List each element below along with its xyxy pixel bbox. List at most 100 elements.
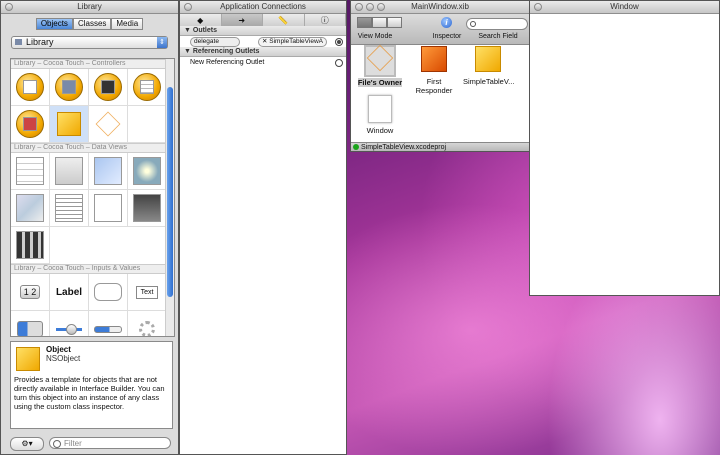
search-field[interactable]: [466, 18, 528, 30]
toolbar-view-item[interactable]: [11, 227, 50, 264]
files-owner-object[interactable]: File's Owner: [355, 44, 405, 87]
zoom-icon[interactable]: [377, 3, 385, 11]
library-tabs: Objects Classes Media: [1, 18, 178, 30]
text-field-item[interactable]: Text: [128, 274, 167, 311]
image-view-icon: [94, 157, 122, 185]
column-view-icon[interactable]: [387, 17, 402, 28]
empty-cell: [128, 106, 167, 143]
new-referencing-outlet-row[interactable]: New Referencing Outlet: [180, 57, 346, 68]
window-editor[interactable]: Window: [529, 0, 720, 296]
text-view-item[interactable]: [50, 190, 89, 227]
inspector-button-label: Inspector: [432, 33, 462, 40]
switch-item[interactable]: [11, 311, 50, 336]
progress-view-item[interactable]: [89, 311, 128, 336]
search-field-label: Search Field: [478, 33, 518, 40]
outlet-target-pill[interactable]: ✕ SimpleTableViewA: [258, 37, 327, 47]
info-icon[interactable]: i: [441, 17, 452, 28]
chevron-updown-icon: ⇕: [157, 37, 167, 48]
external-object-item[interactable]: [89, 106, 128, 143]
object-cube-icon: [16, 347, 40, 371]
segmented-control-item[interactable]: 1 2: [11, 274, 50, 311]
size-tab-icon[interactable]: 📏: [263, 14, 305, 26]
tab-classes[interactable]: Classes: [72, 18, 112, 30]
close-icon[interactable]: [355, 3, 363, 11]
files-owner-icon-wrap: [364, 44, 396, 77]
library-panel: Library Objects Classes Media Library ⇕ …: [0, 0, 179, 455]
section-header-controllers: Library – Cocoa Touch – Controllers: [11, 59, 174, 69]
files-owner-label: File's Owner: [357, 78, 403, 87]
scroll-view-item[interactable]: [128, 190, 167, 227]
library-titlebar: Library: [1, 1, 178, 14]
identity-tab-icon[interactable]: ⓘ: [305, 14, 346, 26]
inspector-titlebar: Application Connections: [180, 1, 346, 14]
project-name: SimpleTableView.xcodeproj: [361, 144, 447, 151]
library-object-grid[interactable]: Library – Cocoa Touch – Controllers Libr…: [10, 58, 175, 337]
view-icon: [94, 194, 122, 222]
delegate-outlet-row[interactable]: delegate ✕ SimpleTableViewA: [180, 36, 346, 47]
simple-table-view-app-delegate-object[interactable]: SimpleTableV...: [463, 44, 515, 86]
window-controls: [534, 3, 542, 11]
external-object-icon: [95, 111, 121, 137]
rounded-button-item[interactable]: [89, 274, 128, 311]
spinner-icon: [139, 321, 155, 336]
text-view-icon: [55, 194, 83, 222]
map-view-item[interactable]: [11, 190, 50, 227]
slider-item[interactable]: [50, 311, 89, 336]
table-view-item[interactable]: [11, 153, 50, 190]
tab-media[interactable]: Media: [111, 18, 144, 30]
xib-document-window: MainWindow.xib View Mode i Inspector Sea…: [350, 0, 530, 152]
image-picker-item[interactable]: [11, 106, 50, 143]
view-mode-control[interactable]: [357, 17, 402, 28]
table-view-controller-icon: [133, 73, 161, 101]
view-item[interactable]: [89, 190, 128, 227]
first-responder-icon: [421, 46, 447, 72]
window-icon-wrap: [366, 95, 394, 123]
connections-tab-icon[interactable]: ➜: [221, 14, 263, 26]
outlet-connected-icon[interactable]: [335, 38, 343, 46]
text-field-widget-text: Text: [135, 285, 159, 299]
table-cell-item[interactable]: [50, 153, 89, 190]
close-icon[interactable]: [184, 3, 192, 11]
table-view-controller-item[interactable]: [128, 69, 167, 106]
connections-inspector: Application Connections ◆ ➜ 📏 ⓘ ▼ Outlet…: [179, 0, 347, 455]
library-title: Library: [77, 2, 102, 11]
search-icon: [53, 440, 61, 448]
section-header-inputs: Library – Cocoa Touch – Inputs & Values: [11, 264, 174, 274]
new-referencing-outlet-label: New Referencing Outlet: [190, 59, 265, 66]
window-titlebar: Window: [530, 1, 719, 14]
library-source-popup[interactable]: Library ⇕: [11, 36, 168, 49]
window-controls: [355, 3, 385, 11]
close-icon[interactable]: [5, 3, 13, 11]
icon-view-icon[interactable]: [357, 17, 372, 28]
library-scrollbar[interactable]: [165, 59, 174, 336]
object-cube-icon: [475, 46, 501, 72]
object-item[interactable]: [50, 106, 89, 143]
window-object[interactable]: Window: [355, 94, 405, 135]
gear-menu-button[interactable]: ⚙▾: [10, 437, 44, 451]
filter-input[interactable]: Filter: [49, 437, 171, 449]
project-status-icon: [353, 144, 359, 150]
list-view-icon[interactable]: [372, 17, 387, 28]
outlet-empty-icon[interactable]: [335, 59, 343, 67]
close-icon[interactable]: [534, 3, 542, 11]
tab-objects[interactable]: Objects: [35, 18, 73, 30]
view-controller-item[interactable]: [11, 69, 50, 106]
referencing-outlets-header-label: Referencing Outlets: [192, 48, 260, 55]
files-owner-icon: [366, 44, 394, 72]
web-view-icon: [133, 157, 161, 185]
navigation-controller-item[interactable]: [50, 69, 89, 106]
activity-indicator-item[interactable]: [128, 311, 167, 336]
attributes-tab-icon[interactable]: ◆: [180, 14, 222, 26]
scrollbar-thumb[interactable]: [167, 87, 173, 297]
first-responder-object[interactable]: First Responder: [409, 44, 459, 95]
web-view-item[interactable]: [128, 153, 167, 190]
label-item[interactable]: Label: [50, 274, 89, 311]
inspector-title: Application Connections: [220, 2, 306, 11]
tab-bar-controller-item[interactable]: [89, 69, 128, 106]
view-controller-icon: [16, 73, 44, 101]
app-delegate-label: SimpleTableV...: [463, 77, 515, 86]
image-view-item[interactable]: [89, 153, 128, 190]
first-responder-label: First Responder: [415, 77, 453, 95]
minimize-icon[interactable]: [366, 3, 374, 11]
outlets-header: ▼ Outlets: [180, 26, 346, 36]
